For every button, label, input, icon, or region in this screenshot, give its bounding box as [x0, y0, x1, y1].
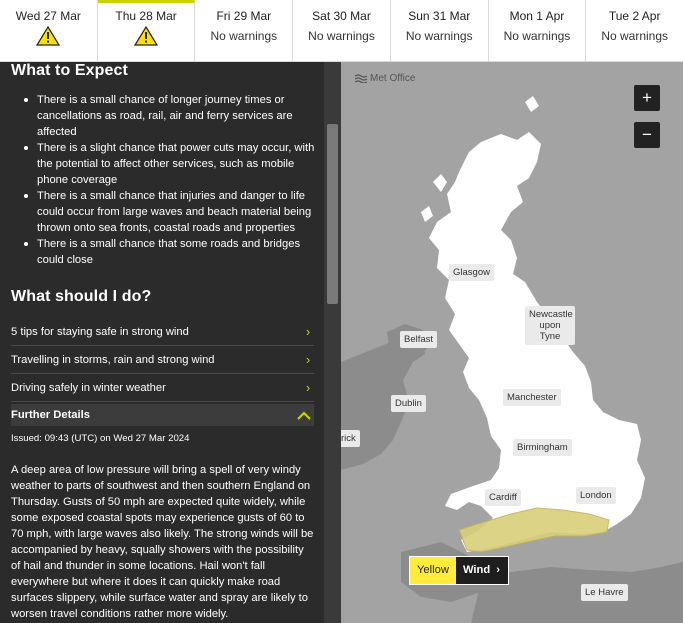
chevron-up-icon	[297, 411, 311, 420]
warning-type: Wind ›	[455, 557, 508, 584]
tab-mon-1-apr[interactable]: Mon 1 Apr No warnings	[489, 0, 587, 61]
tab-sat-30-mar[interactable]: Sat 30 Mar No warnings	[293, 0, 391, 61]
link-label: Travelling in storms, rain and strong wi…	[11, 353, 215, 366]
tab-date: Sun 31 Mar	[408, 9, 471, 23]
city-label-newcastle: Newcastle upon Tyne	[525, 306, 575, 345]
warning-details-panel: What to Expect There is a small chance o…	[0, 62, 324, 623]
chevron-right-icon: ›	[305, 352, 311, 367]
warning-triangle-icon	[36, 25, 61, 46]
link-travelling-in-storms[interactable]: Travelling in storms, rain and strong wi…	[11, 346, 314, 374]
brand-name: Met Office	[370, 73, 416, 84]
yellow-wind-warning-badge[interactable]: Yellow Wind ›	[409, 556, 509, 585]
city-label-dublin: Dublin	[391, 395, 426, 412]
expect-list: There is a small chance of longer journe…	[22, 92, 318, 268]
tab-thu-28-mar[interactable]: Thu 28 Mar	[97, 0, 196, 61]
list-item: There is a small chance that injuries an…	[22, 188, 318, 236]
city-label-manchester: Manchester	[503, 389, 561, 406]
link-staying-safe-strong-wind[interactable]: 5 tips for staying safe in strong wind ›	[11, 318, 314, 346]
city-label-london: London	[576, 487, 616, 504]
warnings-map[interactable]: Met Office + − Glasgow Newcastle upon Ty…	[341, 62, 683, 623]
scrollbar-thumb[interactable]	[327, 124, 338, 304]
tab-fri-29-mar[interactable]: Fri 29 Mar No warnings	[195, 0, 294, 61]
advice-links: 5 tips for staying safe in strong wind ›…	[11, 318, 314, 402]
tab-date: Fri 29 Mar	[216, 9, 272, 23]
warning-level: Yellow	[410, 557, 456, 584]
link-driving-winter-weather[interactable]: Driving safely in winter weather ›	[11, 374, 314, 402]
further-details-label: Further Details	[11, 409, 90, 421]
met-office-icon	[355, 74, 367, 83]
tab-date: Tue 2 Apr	[608, 9, 661, 23]
city-label-le-havre: Le Havre	[581, 584, 628, 601]
city-label-limerick: rick	[341, 430, 360, 447]
tab-date: Thu 28 Mar	[115, 9, 177, 23]
city-label-glasgow: Glasgow	[449, 264, 494, 281]
tab-status: No warnings	[210, 29, 278, 43]
day-tabs: Wed 27 Mar Thu 28 Mar Fri 29 Mar No warn…	[0, 0, 683, 62]
uk-map-graphic	[341, 62, 683, 623]
chevron-right-icon: ›	[496, 564, 500, 576]
link-label: Driving safely in winter weather	[11, 381, 166, 394]
chevron-right-icon: ›	[305, 380, 311, 395]
tab-date: Wed 27 Mar	[15, 9, 81, 23]
warning-type-label: Wind	[462, 564, 491, 576]
met-office-logo: Met Office	[355, 73, 415, 84]
tab-tue-2-apr[interactable]: Tue 2 Apr No warnings	[586, 0, 683, 61]
further-details-text: A deep area of low pressure will bring a…	[11, 464, 314, 620]
zoom-in-button[interactable]: +	[634, 85, 660, 111]
what-to-expect-heading: What to Expect	[11, 62, 128, 79]
panel-scrollbar[interactable]	[324, 62, 341, 623]
tab-date: Mon 1 Apr	[509, 9, 565, 23]
link-label: 5 tips for staying safe in strong wind	[11, 325, 189, 338]
tab-date: Sat 30 Mar	[312, 9, 371, 23]
what-should-i-do-heading: What should I do?	[11, 288, 152, 305]
issued-timestamp: Issued: 09:43 (UTC) on Wed 27 Mar 2024	[11, 433, 190, 444]
tab-sun-31-mar[interactable]: Sun 31 Mar No warnings	[391, 0, 489, 61]
city-label-birmingham: Birmingham	[513, 439, 572, 456]
city-label-belfast: Belfast	[400, 331, 438, 348]
list-item: There is a small chance of longer journe…	[22, 92, 318, 140]
tab-status: No warnings	[601, 29, 669, 43]
warning-triangle-icon	[134, 25, 159, 46]
city-label-cardiff: Cardiff	[485, 489, 521, 506]
tab-status: No warnings	[308, 29, 375, 43]
tab-status: No warnings	[405, 29, 473, 43]
tab-status: No warnings	[503, 29, 571, 43]
list-item: There is a slight chance that power cuts…	[22, 140, 318, 188]
list-item: There is a small chance that some roads …	[22, 236, 318, 268]
tab-wed-27-mar[interactable]: Wed 27 Mar	[0, 0, 98, 61]
zoom-out-button[interactable]: −	[634, 122, 660, 148]
chevron-right-icon: ›	[305, 324, 311, 339]
further-details-toggle[interactable]: Further Details	[11, 404, 314, 426]
